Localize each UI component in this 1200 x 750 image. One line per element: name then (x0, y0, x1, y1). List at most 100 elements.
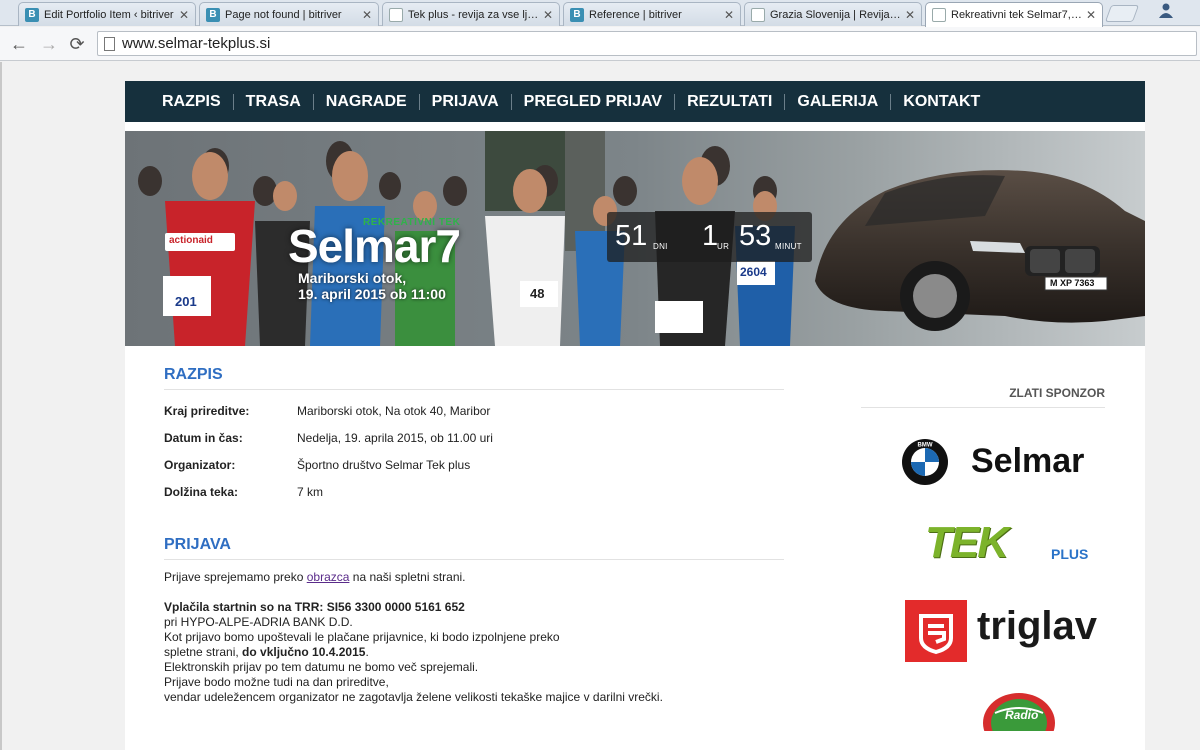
trr-line: Vplačila startnin so na TRR: SI56 3300 0… (164, 600, 465, 614)
sponsor-selmar-logo[interactable]: BMW Selmar (901, 434, 1105, 490)
b-favicon-icon: B (206, 7, 220, 22)
sponsor-suffix: PLUS (1051, 546, 1089, 562)
site-container: RAZPIS TRASA NAGRADE PRIJAVA PREGLED PRI… (125, 81, 1145, 750)
info-row: Datum in čas: Nedelja, 19. aprila 2015, … (164, 424, 784, 451)
tab-close-icon[interactable]: ✕ (179, 8, 189, 22)
tab-title: Tek plus - revija za vse ljubitelje (408, 8, 539, 21)
intro-text: Prijave sprejemamo preko (164, 570, 307, 584)
browser-tab[interactable]: B Page not found | bitriver ✕ (199, 2, 379, 26)
nav-item-prijava[interactable]: PRIJAVA (418, 93, 511, 110)
nav-item-rezultati[interactable]: REZULTATI (674, 93, 784, 110)
deadline-text: . (365, 645, 369, 659)
countdown-hours-label: UR (717, 242, 730, 251)
page-favicon-icon (932, 8, 946, 22)
tab-close-icon[interactable]: ✕ (362, 8, 372, 22)
page-viewport: RAZPIS TRASA NAGRADE PRIJAVA PREGLED PRI… (0, 62, 1200, 750)
bmw-logo-icon: BMW (902, 439, 948, 485)
hero-place-line: Mariborski otok, (298, 270, 407, 286)
sponsor-tekplus-logo[interactable]: TEK PLUS (925, 518, 1105, 568)
browser-tab-active[interactable]: Rekreativni tek Selmar7, Maribor ✕ (925, 2, 1103, 27)
prijava-line: Elektronskih prijav po tem datumu ne bom… (164, 660, 479, 674)
nav-item-kontakt[interactable]: KONTAKT (890, 93, 992, 110)
prijava-line: Prijave bodo možne tudi na dan prireditv… (164, 675, 389, 689)
prijava-section: PRIJAVA Prijave sprejemamo preko obrazca… (164, 536, 784, 705)
b-favicon-icon: B (570, 7, 584, 22)
back-arrow-icon[interactable]: ← (8, 33, 30, 55)
prijava-intro: Prijave sprejemamo preko obrazca na naši… (164, 570, 784, 585)
browser-tab[interactable]: B Reference | bitriver ✕ (563, 2, 741, 26)
sponsor-name: Selmar (971, 442, 1085, 480)
bmw-badge-text: BMW (918, 443, 933, 449)
tab-close-icon[interactable]: ✕ (724, 8, 734, 22)
countdown-days: 51 (615, 220, 648, 252)
bib-number: 2604 (740, 265, 767, 279)
nav-item-pregled-prijav[interactable]: PREGLED PRIJAV (510, 93, 674, 110)
sponsor-name: triglav (977, 604, 1098, 648)
browser-tab[interactable]: Grazia Slovenija | Revija Grazia ✕ (744, 2, 922, 26)
reload-icon[interactable]: ⟳ (66, 33, 88, 55)
url-text[interactable]: www.selmar-tekplus.si (122, 35, 270, 52)
prijava-line: Kot prijavo bomo upoštevali le plačane p… (164, 630, 560, 644)
scrollbar-edge (0, 62, 2, 750)
page-favicon-icon (751, 7, 765, 22)
nav-item-nagrade[interactable]: NAGRADE (312, 93, 419, 110)
main-navigation: RAZPIS TRASA NAGRADE PRIJAVA PREGLED PRI… (125, 81, 1145, 122)
sponsor-sidebar: ZLATI SPONZOR BMW Selmar TEK PLUS trigla… (861, 386, 1105, 731)
obrazec-link[interactable]: obrazca (307, 570, 350, 584)
info-key: Kraj prireditve: (164, 403, 250, 418)
triglav-shield-icon (905, 600, 967, 662)
tab-title: Grazia Slovenija | Revija Grazia (770, 8, 901, 21)
sponsor-name: TEK (925, 518, 1009, 567)
countdown-hours: 1 (702, 220, 719, 252)
countdown-minutes-label: MINUT (775, 242, 802, 251)
intro-text: na naši spletni strani. (349, 570, 466, 584)
tab-close-icon[interactable]: ✕ (1086, 8, 1096, 22)
main-content: RAZPIS Kraj prireditve: Mariborski otok,… (164, 366, 784, 705)
info-row: Kraj prireditve: Mariborski otok, Na oto… (164, 397, 784, 424)
prijava-line: vendar udeležencem organizator ne zagota… (164, 690, 663, 704)
page-icon (104, 37, 115, 51)
info-row: Organizator: Športno društvo Selmar Tek … (164, 451, 784, 478)
browser-tab[interactable]: Tek plus - revija za vse ljubitelje ✕ (382, 2, 560, 26)
hero-title: Selmar7 (288, 220, 461, 272)
info-value: Nedelja, 19. aprila 2015, ob 11.00 uri (297, 430, 493, 445)
nav-item-galerija[interactable]: GALERIJA (784, 93, 890, 110)
tab-close-icon[interactable]: ✕ (905, 8, 915, 22)
razpis-table: Kraj prireditve: Mariborski otok, Na oto… (164, 397, 784, 505)
bib-number: 48 (530, 286, 545, 301)
sidebar-title: ZLATI SPONZOR (861, 386, 1105, 408)
countdown-minutes: 53 (739, 220, 772, 252)
info-key: Organizator: (164, 457, 236, 472)
info-row: Dolžina teka: 7 km (164, 478, 784, 505)
bib-number: 201 (175, 294, 197, 309)
tab-title: Page not found | bitriver (225, 8, 342, 21)
tab-close-icon[interactable]: ✕ (543, 8, 553, 22)
bank-line: pri HYPO-ALPE-ADRIA BANK D.D. (164, 615, 353, 629)
browser-tab[interactable]: B Edit Portfolio Item ‹ bitriver ✕ (18, 2, 196, 26)
forward-arrow-icon[interactable]: → (38, 33, 60, 55)
countdown-timer: 51 DNI 1 UR 53 MINUT (607, 212, 812, 262)
hero-banner: actionaid 201 48 2604 M XP 7363 REKREATI… (125, 131, 1145, 346)
browser-toolbar: ← → ⟳ www.selmar-tekplus.si (0, 27, 1200, 61)
tab-title: Rekreativni tek Selmar7, Maribor (951, 9, 1082, 21)
info-key: Datum in čas: (164, 430, 243, 445)
info-key: Dolžina teka: (164, 484, 239, 499)
new-tab-button[interactable] (1104, 5, 1140, 22)
page-favicon-icon (389, 7, 403, 22)
nav-item-trasa[interactable]: TRASA (232, 93, 313, 110)
countdown-days-label: DNI (653, 242, 668, 251)
tab-title: Edit Portfolio Item ‹ bitriver (44, 8, 174, 21)
deadline-line: spletne strani, do vključno 10.4.2015. (164, 645, 784, 660)
info-value: Športno društvo Selmar Tek plus (297, 457, 471, 472)
deadline-text: spletne strani, (164, 645, 243, 659)
license-plate: M XP 7363 (1050, 278, 1095, 288)
section-title-razpis: RAZPIS (164, 366, 784, 390)
nav-item-razpis[interactable]: RAZPIS (150, 93, 233, 110)
address-bar[interactable]: www.selmar-tekplus.si (97, 31, 1197, 56)
tab-title: Reference | bitriver (589, 8, 682, 21)
sponsor-radio-logo[interactable]: Radio (981, 691, 1057, 731)
user-icon[interactable] (1158, 2, 1174, 18)
sponsor-triglav-logo[interactable]: triglav (905, 600, 1105, 664)
deadline-date: do vključno 10.4.2015 (242, 645, 366, 659)
sponsor-name: Radio (1005, 708, 1039, 722)
